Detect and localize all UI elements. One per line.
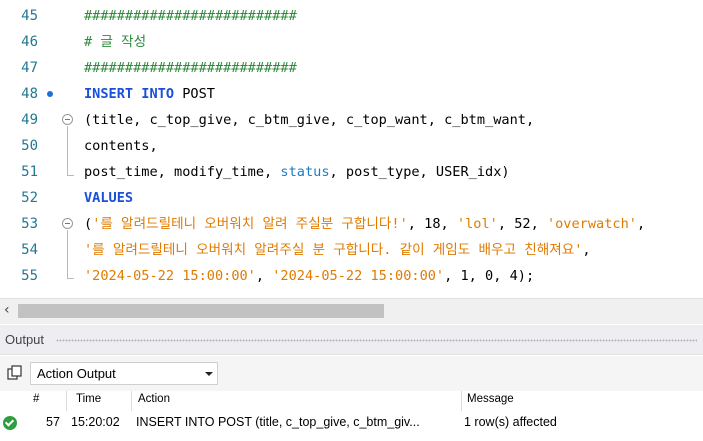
horizontal-scrollbar[interactable]: ‹ <box>0 298 703 324</box>
code-line[interactable]: 55 '2024-05-22 15:00:00', '2024-05-22 15:… <box>0 263 703 289</box>
row-number: 57 <box>46 415 60 429</box>
code-token: status <box>280 164 330 180</box>
code-token: ( <box>84 216 93 232</box>
code-token: POST <box>174 86 215 102</box>
panel-grip[interactable] <box>56 339 697 342</box>
row-message: 1 row(s) affected <box>464 415 557 429</box>
code-token: # 글 작성 <box>84 34 147 50</box>
code-token: 'lol' <box>456 216 498 232</box>
code-token: contents, <box>84 138 158 154</box>
code-token: , <box>636 216 646 232</box>
code-token: '2024-05-22 15:00:00' <box>84 268 256 284</box>
breakpoint-dot-icon[interactable] <box>47 91 53 97</box>
line-number: 48 <box>21 86 38 102</box>
line-number: 47 <box>21 60 38 76</box>
fold-collapse-icon[interactable] <box>62 218 73 229</box>
code-token: , 1, 0, 4); <box>444 268 535 284</box>
code-text: VALUES <box>84 185 133 211</box>
line-number: 46 <box>21 34 38 50</box>
code-token: '를 알려드릴테니 오버워치 알려주실 분 구합니다. 같이 게임도 배우고 친… <box>84 242 583 258</box>
code-line[interactable]: 50 contents, <box>0 133 703 159</box>
code-line[interactable]: 45 ########################## <box>0 3 703 29</box>
code-token: '2024-05-22 15:00:00' <box>272 268 445 284</box>
column-separator[interactable] <box>66 391 67 411</box>
code-token: 'overwatch' <box>546 216 637 232</box>
code-token: , <box>255 268 273 284</box>
code-text: INSERT INTO POST <box>84 81 215 107</box>
output-source-select[interactable]: Action Output <box>30 362 218 385</box>
code-token: '를 알려드릴테니 오버워치 알려 주실분 구합니다!' <box>92 216 408 232</box>
line-number: 54 <box>21 242 38 258</box>
code-line[interactable]: 52 VALUES <box>0 185 703 211</box>
line-number: 50 <box>21 138 38 154</box>
line-number: 53 <box>21 216 38 232</box>
line-number: 45 <box>21 8 38 24</box>
fold-collapse-icon[interactable] <box>62 114 73 125</box>
output-panel-header: Output <box>0 325 703 355</box>
code-text: # 글 작성 <box>84 29 146 55</box>
copy-icon[interactable] <box>6 364 24 382</box>
code-token: post_time, modify_time, <box>84 164 281 180</box>
code-line[interactable]: 54 '를 알려드릴테니 오버워치 알려주실 분 구합니다. 같이 게임도 배우고… <box>0 237 703 263</box>
output-source-value: Action Output <box>37 366 116 381</box>
code-token: , 52, <box>497 216 547 232</box>
column-separator[interactable] <box>461 391 462 411</box>
column-header-action[interactable]: Action <box>138 393 170 405</box>
code-text: '를 알려드릴테니 오버워치 알려주실 분 구합니다. 같이 게임도 배우고 친… <box>84 237 591 263</box>
code-text: '2024-05-22 15:00:00', '2024-05-22 15:00… <box>84 263 534 289</box>
code-token: , post_type, USER_idx) <box>329 164 510 180</box>
code-line[interactable]: 48 INSERT INTO POST <box>0 81 703 107</box>
code-line[interactable]: 49 (title, c_top_give, c_btm_give, c_top_… <box>0 107 703 133</box>
code-line[interactable]: 47 ########################## <box>0 55 703 81</box>
fold-end-marker <box>67 278 74 279</box>
sql-editor[interactable]: 45 ########################## 46 # 글 작성 47 ##… <box>0 0 703 297</box>
code-line[interactable]: 53 ('를 알려드릴테니 오버워치 알려 주실분 구합니다!', 18, 'lo… <box>0 211 703 237</box>
line-number: 55 <box>21 268 38 284</box>
code-token: (title, c_top_give, c_btm_give, c_top_wa… <box>84 112 535 128</box>
code-text: ########################## <box>84 55 297 81</box>
code-token: , <box>582 242 591 258</box>
column-header-number[interactable]: # <box>33 393 39 405</box>
row-action: INSERT INTO POST (title, c_top_give, c_b… <box>136 415 420 429</box>
table-row[interactable]: 57 15:20:02 INSERT INTO POST (title, c_t… <box>0 411 703 435</box>
code-token: VALUES <box>84 190 134 206</box>
column-separator[interactable] <box>131 391 132 411</box>
row-time: 15:20:02 <box>71 415 120 429</box>
scrollbar-thumb[interactable] <box>18 304 384 318</box>
chevron-down-icon[interactable] <box>205 372 213 376</box>
fold-end-marker <box>67 175 74 176</box>
code-token: ########################## <box>84 8 297 24</box>
output-grid-header: # Time Action Message <box>0 391 703 411</box>
line-number: 51 <box>21 164 38 180</box>
code-line[interactable]: 51 post_time, modify_time, status, post_t… <box>0 159 703 185</box>
success-check-icon <box>3 416 17 430</box>
fold-guide-line <box>67 126 68 175</box>
output-panel-title: Output <box>5 332 45 347</box>
code-text: post_time, modify_time, status, post_typ… <box>84 159 510 185</box>
code-text: contents, <box>84 133 158 159</box>
line-number: 52 <box>21 190 38 206</box>
code-token: INSERT INTO <box>84 86 175 102</box>
code-text: ('를 알려드릴테니 오버워치 알려 주실분 구합니다!', 18, 'lol'… <box>84 211 645 237</box>
scroll-left-arrow-icon[interactable]: ‹ <box>4 302 10 318</box>
column-header-message[interactable]: Message <box>467 393 514 405</box>
output-toolbar: Action Output <box>0 356 703 391</box>
code-token: , 18, <box>407 216 457 232</box>
code-text: (title, c_top_give, c_btm_give, c_top_wa… <box>84 107 534 133</box>
line-number: 49 <box>21 112 38 128</box>
column-header-time[interactable]: Time <box>76 393 101 405</box>
code-text: ########################## <box>84 3 297 29</box>
fold-guide-line <box>67 230 68 278</box>
code-line[interactable]: 46 # 글 작성 <box>0 29 703 55</box>
code-token: ########################## <box>84 60 297 76</box>
